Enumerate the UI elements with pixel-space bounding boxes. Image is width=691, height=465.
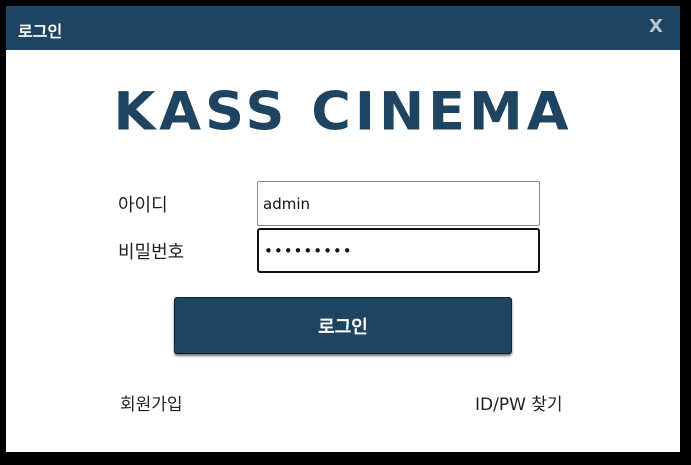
close-button[interactable]: X — [644, 14, 668, 40]
password-label: 비밀번호 — [118, 242, 185, 263]
login-button[interactable]: 로그인 — [174, 297, 512, 354]
id-input[interactable] — [257, 181, 540, 226]
signup-link[interactable]: 회원가입 — [120, 390, 183, 415]
window-title: 로그인 — [18, 22, 63, 41]
id-label: 아이디 — [118, 195, 168, 216]
login-dialog: 로그인 X KASS CINEMA 아이디 비밀번호 로그인 회원가입 ID/P… — [6, 6, 680, 452]
password-input[interactable] — [257, 228, 540, 273]
title-bar[interactable]: 로그인 X — [6, 6, 680, 50]
app-logo: KASS CINEMA — [113, 80, 573, 143]
find-id-pw-link[interactable]: ID/PW 찾기 — [475, 390, 563, 415]
